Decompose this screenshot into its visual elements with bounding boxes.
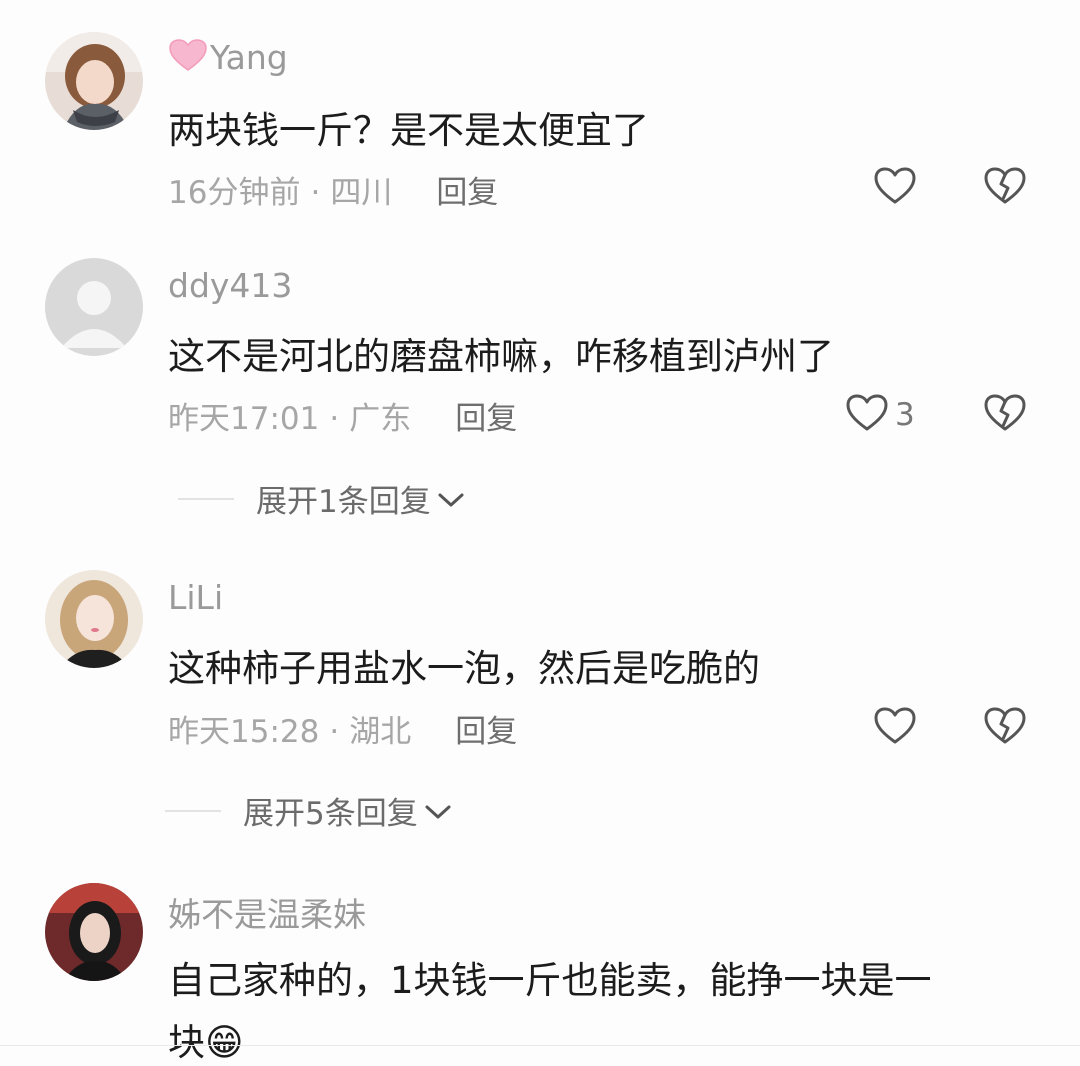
avatar[interactable] [45,258,143,356]
separator: · [329,714,340,750]
like-button[interactable] [873,706,917,750]
comment-time: 昨天15:28 [168,714,320,750]
avatar[interactable] [45,883,143,981]
comment-location: 湖北 [349,714,412,750]
divider [178,497,234,500]
dislike-button[interactable] [983,706,1027,750]
comment-text-continued: 块😁 [168,1021,244,1064]
dislike-button[interactable] [983,393,1027,437]
heart-icon [873,706,917,750]
comment-location: 四川 [330,175,393,211]
dislike-button[interactable] [983,166,1027,210]
reply-button[interactable]: 回复 [436,175,498,211]
avatar[interactable] [45,570,143,668]
heart-icon [845,393,889,437]
expand-replies-label: 展开5条回复 [243,796,418,832]
like-button[interactable]: 3 [845,393,915,437]
comment-location: 广东 [349,401,412,437]
username[interactable]: ddy413 [168,266,292,305]
username[interactable]: 姊不是温柔妹 [168,888,366,936]
expand-replies-label: 展开1条回复 [256,484,431,520]
username[interactable]: Yang [168,38,288,81]
chevron-down-icon [437,481,465,517]
separator: · [310,175,321,211]
comment-time: 16分钟前 [168,175,301,211]
pink-heart-icon [168,39,208,81]
broken-heart-icon [983,394,1027,437]
like-button[interactable] [873,166,917,210]
expand-replies-button[interactable]: 展开5条回复 [165,788,452,833]
avatar[interactable] [45,32,143,130]
comment-time: 昨天17:01 [168,401,320,437]
reply-button[interactable]: 回复 [455,714,517,750]
separator: · [329,401,340,437]
expand-replies-button[interactable]: 展开1条回复 [178,476,465,521]
comment-text: 自己家种的，1块钱一斤也能卖，能挣一块是一 [168,959,932,1002]
divider [165,809,221,812]
comment-meta: 昨天15:28 · 湖北 回复 [168,706,517,751]
chevron-down-icon [424,793,452,829]
heart-icon [873,166,917,210]
comment-text: 这不是河北的磨盘柿嘛，咋移植到泸州了 [168,335,834,378]
comment-meta: 昨天17:01 · 广东 回复 [168,393,517,438]
broken-heart-icon [983,707,1027,750]
comment-text: 这种柿子用盐水一泡，然后是吃脆的 [168,647,760,690]
username-text: Yang [210,38,288,77]
reply-button[interactable]: 回复 [455,401,517,437]
username[interactable]: LiLi [168,578,223,617]
comment-text: 两块钱一斤？是不是太便宜了 [168,109,649,152]
broken-heart-icon [983,167,1027,210]
comment-meta: 16分钟前 · 四川 回复 [168,167,498,212]
divider [0,1045,1080,1046]
like-count: 3 [895,397,915,433]
